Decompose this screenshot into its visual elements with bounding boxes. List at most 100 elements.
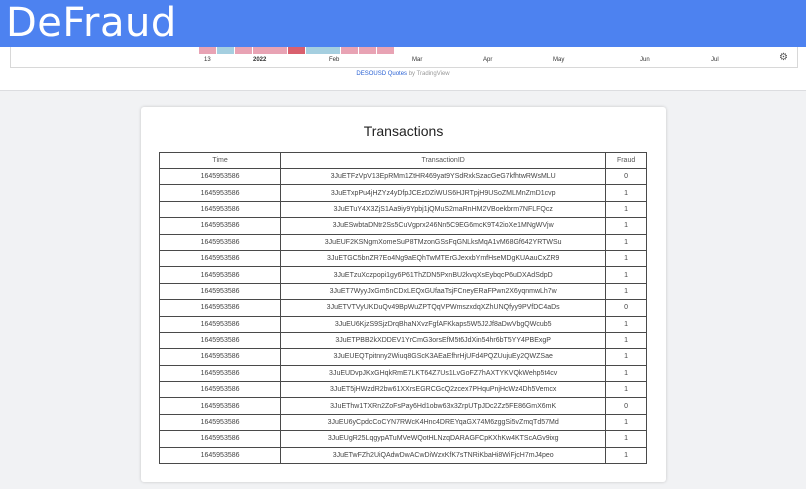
cell-time: 1645953586 <box>158 364 282 383</box>
cell-fraud: 1 <box>605 364 647 383</box>
cell-fraud: 1 <box>605 184 647 202</box>
cell-time: 1645953586 <box>158 299 282 317</box>
table-row: 1645953586 3JuETGC5bnZR7Eo4Ng9aEQhTwMTErG… <box>158 249 647 268</box>
cell-time: 1645953586 <box>158 397 282 415</box>
table-row: 1645953586 3JuEU6KjzS9SjzDrqBhaNXvzFgfAFK… <box>158 315 647 333</box>
cell-time: 1645953586 <box>158 348 282 366</box>
cell-time: 1645953586 <box>158 200 282 219</box>
axis-tick-label: Jul <box>711 57 719 63</box>
table-row: 1645953586 3JuET5jHWzdR2bw61XXrsEGRCGcQ2z… <box>158 381 647 399</box>
cell-transaction-id: 3JuESwbtaDNtr2Ss5CuVgprx246Nn5C9EG6mcK9T… <box>280 217 607 235</box>
table-row: 1645953586 3JuETVTVyUKDuQv49BpWuZPTQqVPWm… <box>158 299 647 317</box>
cell-time: 1645953586 <box>158 331 282 350</box>
table-row: 1645953586 3JuET7WyyJxGm5nCDxLEQxGUfaaTsj… <box>158 282 647 301</box>
table-row: 1645953586 3JuEUEQTpitnny2Wiuq8GScK3AEaEf… <box>158 348 647 366</box>
table-row: 1645953586 3JuEUF2KSNgmXomeSuP8TMzonGSsFq… <box>158 233 647 251</box>
price-chart-widget: 13 2022 Feb Mar Apr May Jun Jul ⚙ DESOUSD Quote… <box>0 47 806 91</box>
cell-transaction-id: 3JuEUF2KSNgmXomeSuP8TMzonGSsFqGNLksMqA1v… <box>280 233 607 251</box>
heatmap-cell <box>323 47 340 54</box>
heatmap-cell <box>377 47 394 54</box>
cell-fraud: 0 <box>605 397 647 415</box>
app-header: DeFraud <box>0 0 806 47</box>
cell-time: 1645953586 <box>158 315 282 333</box>
column-header-time: Time <box>158 152 282 169</box>
table-header-row: Time TransactionID Fraud <box>158 152 647 169</box>
table-row: 1645953586 3JuESwbtaDNtr2Ss5CuVgprx246Nn5… <box>158 217 647 235</box>
transactions-title: Transactions <box>363 123 444 139</box>
cell-fraud: 1 <box>605 200 647 219</box>
heatmap-cell <box>217 47 234 54</box>
cell-time: 1645953586 <box>158 266 282 284</box>
cell-transaction-id: 3JuEThw1TXRn2ZoFsPay6Hd1obw63x3ZrpUTpJDc… <box>280 397 607 415</box>
table-row: 1645953586 3JuEUgR25LqgypATuMVeWQotHLNzqD… <box>158 430 647 448</box>
cell-transaction-id: 3JuETwFZh2UiQAdwDwACwDiWzxKfK7sTNRiKbaHi… <box>280 446 607 465</box>
attribution-link[interactable]: DESOUSD Quotes <box>356 71 407 77</box>
cell-fraud: 1 <box>605 413 647 432</box>
cell-transaction-id: 3JuEUgR25LqgypATuMVeWQotHLNzqDARAGFCpKXh… <box>280 430 607 448</box>
table-row: 1645953586 3JuETxpPu4jHZYz4yDfpJCEzDZiWUS… <box>158 184 647 202</box>
table-row: 1645953586 3JuETPBB2kXDDEV1YrCmG3orsEfM5t… <box>158 331 647 350</box>
cell-time: 1645953586 <box>158 249 282 268</box>
cell-fraud: 1 <box>605 266 647 284</box>
table-row: 1645953586 3JuEUDvpJKxGHqkRmE7LKT64Z7Us1L… <box>158 364 647 383</box>
cell-fraud: 1 <box>605 446 647 465</box>
cell-transaction-id: 3JuEUEQTpitnny2Wiuq8GScK3AEaEfhrHjUFd4PQ… <box>280 348 607 366</box>
table-row: 1645953586 3JuETzuXczpopi1gy6P61ThZDN5Pxn… <box>158 266 647 284</box>
cell-time: 1645953586 <box>158 413 282 432</box>
cell-fraud: 1 <box>605 348 647 366</box>
cell-transaction-id: 3JuETuY4X3ZjS1Aa9iy9Ypbj1jQMuS2maRnHM2VB… <box>280 200 607 219</box>
chart-frame[interactable]: 13 2022 Feb Mar Apr May Jun Jul ⚙ <box>10 47 798 68</box>
cell-time: 1645953586 <box>158 430 282 448</box>
gear-icon[interactable]: ⚙ <box>779 53 788 63</box>
cell-transaction-id: 3JuETFzVpV13EpRMm1ZtHR469yat9YSdRxkSzacG… <box>280 167 607 186</box>
cell-time: 1645953586 <box>158 184 282 202</box>
brand-logo[interactable]: DeFraud <box>6 0 177 48</box>
cell-fraud: 1 <box>605 430 647 448</box>
cell-transaction-id: 3JuEU6yCpdcCoCYN7RWcK4Hnc4DREYqaGX74M6zg… <box>280 413 607 432</box>
cell-transaction-id: 3JuET5jHWzdR2bw61XXrsEGRCGcQ2zcex7PHquPn… <box>280 381 607 399</box>
axis-tick-label: 13 <box>204 57 211 63</box>
cell-transaction-id: 3JuEU6KjzS9SjzDrqBhaNXvzFgfAFKkaps5W5J2J… <box>280 315 607 333</box>
cell-transaction-id: 3JuEUDvpJKxGHqkRmE7LKT64Z7Us1LvGoFZ7hAXT… <box>280 364 607 383</box>
cell-time: 1645953586 <box>158 282 282 301</box>
cell-fraud: 1 <box>605 249 647 268</box>
column-header-transaction-id: TransactionID <box>280 152 607 169</box>
cell-fraud: 0 <box>605 299 647 317</box>
cell-fraud: 1 <box>605 282 647 301</box>
cell-time: 1645953586 <box>158 167 282 186</box>
cell-time: 1645953586 <box>158 446 282 465</box>
axis-tick-label: Apr <box>483 57 493 63</box>
axis-tick-label: Feb <box>329 57 340 63</box>
column-header-fraud: Fraud <box>605 152 647 169</box>
heatmap-cell <box>199 47 216 54</box>
heatmap-cell <box>235 47 252 54</box>
chart-attribution: DESOUSD Quotes by TradingView <box>0 71 806 77</box>
cell-transaction-id: 3JuETzuXczpopi1gy6P61ThZDN5PxnBU2kvqXsEy… <box>280 266 607 284</box>
heatmap-cell <box>253 47 270 54</box>
table-row: 1645953586 3JuEU6yCpdcCoCYN7RWcK4Hnc4DREY… <box>158 413 647 432</box>
heatmap-cell <box>341 47 358 54</box>
cell-fraud: 1 <box>605 217 647 235</box>
axis-tick-label: May <box>553 57 565 63</box>
cell-transaction-id: 3JuETxpPu4jHZYz4yDfpJCEzDZiWUS6HJRTpjH9U… <box>280 184 607 202</box>
cell-fraud: 0 <box>605 167 647 186</box>
transactions-table: Time TransactionID Fraud 1645953586 3JuET… <box>158 152 647 465</box>
cell-transaction-id: 3JuETPBB2kXDDEV1YrCmG3orsEfM5t6JdXin54hr… <box>280 331 607 350</box>
table-row: 1645953586 3JuEThw1TXRn2ZoFsPay6Hd1obw63x… <box>158 397 647 415</box>
cell-transaction-id: 3JuETGC5bnZR7Eo4Ng9aEQhTwMTErGJexxbYmfHs… <box>280 249 607 268</box>
cell-fraud: 1 <box>605 315 647 333</box>
cell-transaction-id: 3JuETVTVyUKDuQv49BpWuZPTQqVPWmszxdqXZhUN… <box>280 299 607 317</box>
cell-fraud: 1 <box>605 381 647 399</box>
heatmap-cell <box>359 47 376 54</box>
cell-time: 1645953586 <box>158 217 282 235</box>
heatmap-cell <box>270 47 287 54</box>
table-row: 1645953586 3JuETFzVpV13EpRMm1ZtHR469yat9Y… <box>158 167 647 186</box>
cell-fraud: 1 <box>605 233 647 251</box>
cell-transaction-id: 3JuET7WyyJxGm5nCDxLEQxGUfaaTsjFCneyERaFP… <box>280 282 607 301</box>
heatmap-cell <box>306 47 323 54</box>
transactions-card: Transactions Time TransactionID Fraud 16… <box>141 107 666 482</box>
cell-time: 1645953586 <box>158 233 282 251</box>
axis-tick-label: Jun <box>640 57 650 63</box>
attribution-suffix: by TradingView <box>408 71 450 77</box>
table-row: 1645953586 3JuETwFZh2UiQAdwDwACwDiWzxKfK7… <box>158 446 647 465</box>
